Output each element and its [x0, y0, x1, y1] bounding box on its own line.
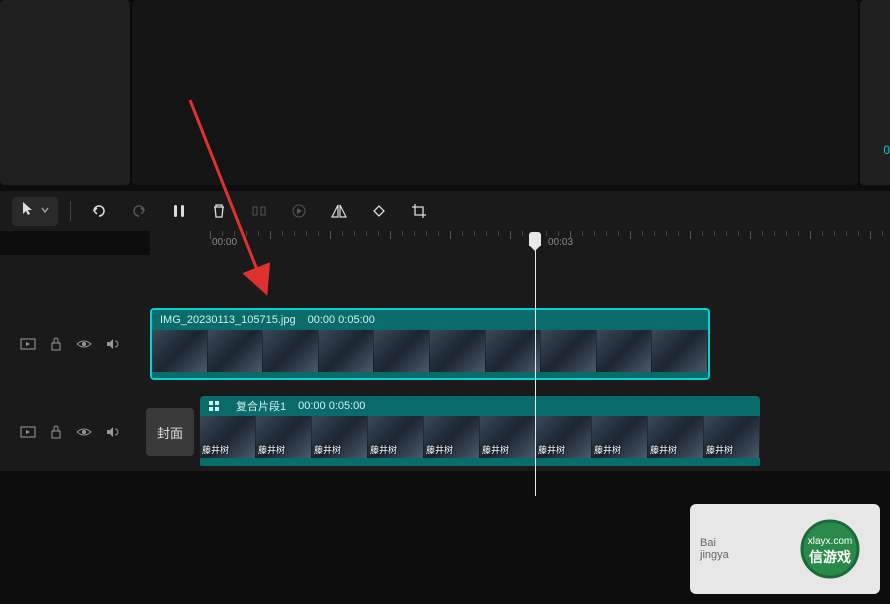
watermark-text: Bai jingya [700, 537, 729, 561]
split-button[interactable] [163, 197, 195, 225]
svg-text:xlayx.com: xlayx.com [808, 536, 852, 547]
cursor-icon [20, 201, 36, 222]
clip-header: IMG_20230113_105715.jpg 00:00 0:05:00 [152, 310, 708, 330]
lock-icon[interactable] [44, 420, 68, 444]
clip-title: 复合片段1 [236, 398, 286, 414]
playhead-line [535, 246, 536, 496]
undo-button[interactable] [83, 197, 115, 225]
track-type-icon[interactable] [16, 332, 40, 356]
mirror-button[interactable] [323, 197, 355, 225]
preview-area: 00: [0, 0, 890, 185]
timeline-tracks: IMG_20230113_105715.jpg 00:00 0:05:00 [0, 255, 890, 471]
visibility-icon[interactable] [72, 332, 96, 356]
track-row: IMG_20230113_105715.jpg 00:00 0:05:00 [0, 305, 890, 383]
selection-tool-group[interactable] [12, 197, 58, 226]
preview-panel-main[interactable] [132, 0, 858, 185]
clip-header: 复合片段1 00:00 0:05:00 [200, 396, 760, 416]
delete-button[interactable] [203, 197, 235, 225]
clip-thumbnails [200, 416, 760, 458]
crop-button[interactable] [403, 197, 435, 225]
svg-text:信游戏: 信游戏 [809, 549, 851, 565]
preview-panel-left [0, 0, 130, 185]
play-button[interactable] [283, 197, 315, 225]
track-row: 封面 复合片段1 00:00 0:05:00 [0, 393, 890, 471]
timeline-clip[interactable]: IMG_20230113_105715.jpg 00:00 0:05:00 [150, 308, 710, 380]
cover-button[interactable]: 封面 [146, 408, 194, 456]
clip-duration: 00:00 0:05:00 [298, 400, 365, 412]
rotate-button[interactable] [363, 197, 395, 225]
track-type-icon[interactable] [16, 420, 40, 444]
timeline-clip[interactable]: 复合片段1 00:00 0:05:00 [200, 396, 760, 468]
playhead[interactable] [535, 232, 541, 496]
lock-icon[interactable] [44, 332, 68, 356]
timeline-toolbar [0, 191, 890, 231]
toolbar-divider [70, 201, 71, 221]
clip-footer [152, 372, 708, 380]
preview-panel-right: 00: [860, 0, 890, 185]
clip-thumbnails [152, 330, 708, 372]
chevron-down-icon [40, 202, 50, 220]
ruler-label-start: 00:00 [212, 237, 237, 248]
mute-icon[interactable] [100, 332, 124, 356]
clip-filename: IMG_20230113_105715.jpg [160, 314, 296, 326]
watermark-logo-icon: xlayx.com 信游戏 [795, 514, 865, 584]
visibility-icon[interactable] [72, 420, 96, 444]
preview-timecode: 00: [883, 143, 890, 157]
track-controls [0, 332, 140, 356]
mute-icon[interactable] [100, 420, 124, 444]
watermark: Bai jingya xlayx.com 信游戏 [690, 504, 880, 594]
playhead-handle[interactable] [529, 232, 541, 246]
redo-button[interactable] [123, 197, 155, 225]
clip-footer [200, 458, 760, 466]
clip-duration: 00:00 0:05:00 [308, 314, 375, 326]
freeze-frame-button[interactable] [243, 197, 275, 225]
track-controls [0, 420, 140, 444]
compound-clip-icon [208, 400, 220, 412]
timeline-ruler[interactable]: 00:00 00:03 [150, 231, 890, 255]
